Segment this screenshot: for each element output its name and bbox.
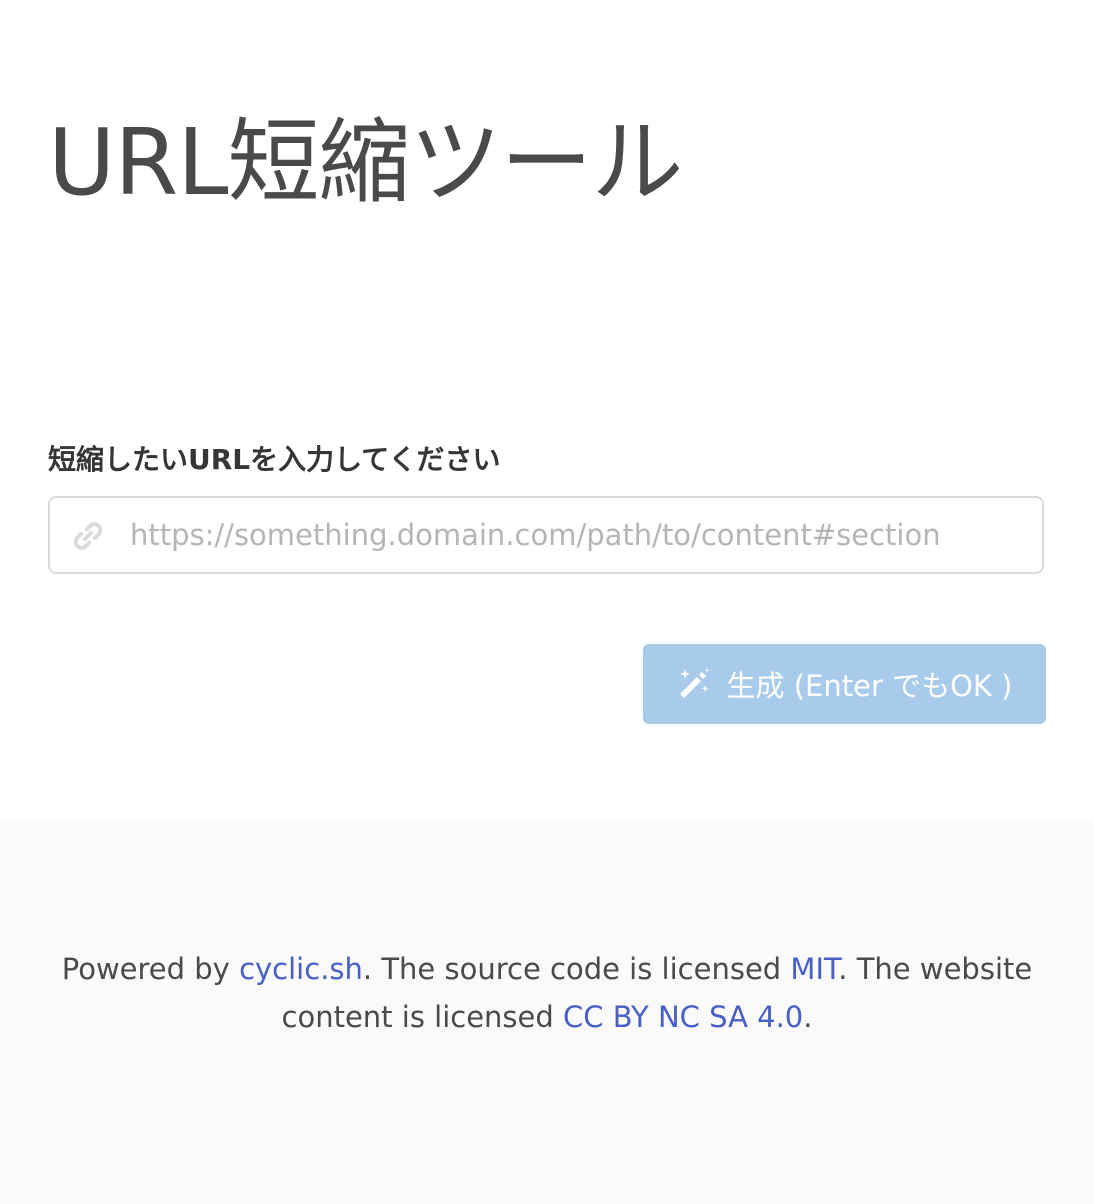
footer-powered-by-text: Powered by [61, 952, 240, 986]
mit-license-link[interactable]: MIT [790, 952, 838, 986]
cc-license-link[interactable]: CC BY NC SA 4.0 [563, 1000, 803, 1034]
cyclic-link[interactable]: cyclic.sh [239, 952, 363, 986]
link-icon [70, 518, 106, 554]
page-title: URL短縮ツール [48, 109, 684, 216]
footer-end-text: . [803, 1000, 813, 1034]
footer-text: Powered by cyclic.sh. The source code is… [40, 945, 1054, 1041]
generate-button-label: 生成 (Enter でもOK ) [726, 669, 1013, 703]
url-field-label: 短縮したいURLを入力してください [48, 443, 501, 476]
generate-button[interactable]: 生成 (Enter でもOK ) [643, 644, 1046, 724]
url-input-container[interactable] [48, 496, 1044, 574]
main-section: URL短縮ツール 短縮したいURLを入力してください https://somet… [0, 0, 1094, 820]
magic-wand-icon [677, 667, 711, 701]
url-input[interactable] [130, 498, 1030, 572]
footer-source-text: . The source code is licensed [362, 952, 791, 986]
